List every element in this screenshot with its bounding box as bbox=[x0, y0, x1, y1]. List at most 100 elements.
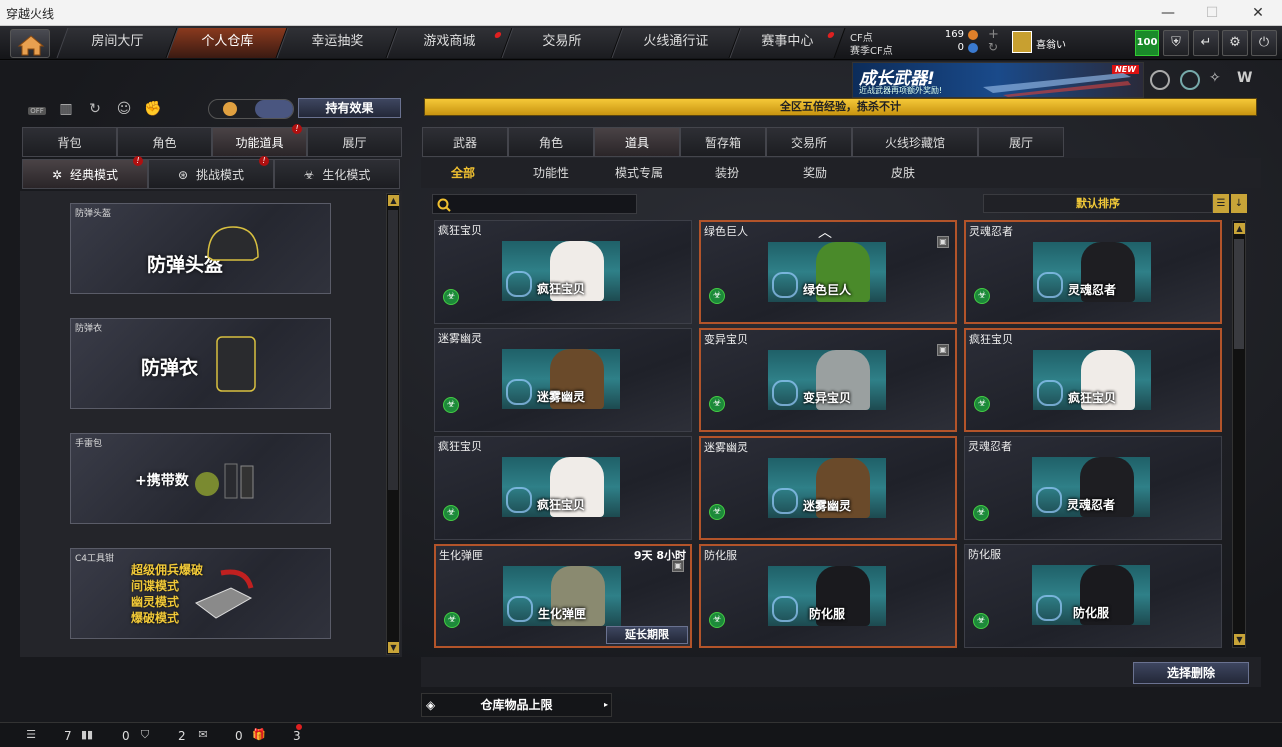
list-icon[interactable]: ☰ bbox=[1213, 194, 1229, 213]
scroll-down-icon[interactable]: ▼ bbox=[1234, 634, 1245, 645]
nav-tab-lobby[interactable]: 房间大厅 bbox=[56, 28, 178, 58]
nav-tab-events[interactable]: 赛事中心 bbox=[729, 28, 846, 58]
nav-tab-lottery[interactable]: 幸运抽奖 bbox=[276, 28, 398, 58]
item-card[interactable]: 变异宝贝 变异宝贝 ☣ ▣ bbox=[699, 328, 957, 432]
scroll-up-icon[interactable]: ▲ bbox=[1234, 223, 1245, 234]
power-icon[interactable]: ⏻ bbox=[1251, 30, 1277, 56]
item-card[interactable]: 防化服 防化服 ☣ bbox=[699, 544, 957, 648]
lock-icon: ▣ bbox=[937, 236, 949, 248]
minimize-button[interactable]: — bbox=[1148, 3, 1188, 23]
rank-icon[interactable]: ⛨ bbox=[1163, 30, 1189, 56]
status-bar: ☰ 7 ▮▮ 0 ⛉ 2 ✉ 0 🎁 3 bbox=[0, 722, 1282, 747]
extend-button[interactable]: 延长期限 bbox=[606, 626, 688, 644]
chart-icon[interactable]: ▥ bbox=[55, 98, 77, 120]
biohazard-icon: ☣ bbox=[709, 396, 725, 412]
tab-showroom[interactable]: 展厅 bbox=[307, 127, 402, 157]
avatar[interactable] bbox=[1012, 31, 1032, 53]
left-scrollbar[interactable]: ▲ ▼ bbox=[386, 193, 400, 655]
tab-gallery[interactable]: 展厅 bbox=[978, 127, 1064, 157]
item-card[interactable]: 防化服 防化服 ☣ bbox=[964, 544, 1222, 648]
fist-icon[interactable]: ✊ bbox=[142, 98, 164, 120]
window-titlebar: 穿越火线 — ☐ ✕ bbox=[0, 0, 1282, 26]
item-card[interactable]: 迷雾幽灵 迷雾幽灵 ☣ bbox=[434, 328, 692, 432]
scroll-thumb[interactable] bbox=[388, 210, 398, 490]
maximize-button[interactable]: ☐ bbox=[1192, 3, 1232, 23]
tab-collection[interactable]: 火线珍藏馆 bbox=[852, 127, 978, 157]
nav-tab-warehouse[interactable]: 个人仓库 bbox=[166, 28, 288, 58]
delete-selected-button[interactable]: 选择删除 bbox=[1133, 662, 1249, 684]
biohazard-icon: ☣ bbox=[973, 505, 989, 521]
cf-value: 169 bbox=[944, 29, 964, 40]
tab-function-items[interactable]: 功能道具! bbox=[212, 124, 307, 157]
mode-classic[interactable]: ✲ 经典模式! bbox=[22, 156, 148, 189]
back-icon[interactable]: ↵ bbox=[1193, 30, 1219, 56]
search-field[interactable] bbox=[453, 196, 633, 212]
home-button[interactable] bbox=[10, 29, 50, 58]
subtab-skin[interactable]: 皮肤 bbox=[859, 163, 947, 183]
view-toggle[interactable] bbox=[208, 99, 294, 119]
subtab-all[interactable]: 全部 bbox=[419, 163, 507, 183]
equip-slot-vest[interactable]: 防弹衣 防弹衣 bbox=[70, 318, 331, 409]
storage-limit-button[interactable]: ◈ 仓库物品上限 ▸ bbox=[421, 693, 612, 717]
biohazard-icon: ☣ bbox=[709, 612, 725, 628]
gear-icon[interactable]: ⚙ bbox=[1222, 30, 1248, 56]
item-name: 生化弹匣 bbox=[439, 549, 483, 562]
season-cf-value: 0 bbox=[957, 42, 964, 53]
scroll-up-icon[interactable]: ▲ bbox=[388, 195, 399, 206]
refresh-icon[interactable]: ↻ bbox=[988, 40, 998, 54]
item-card[interactable]: 疯狂宝贝 疯狂宝贝 ☣ bbox=[434, 436, 692, 540]
promo-banner[interactable]: 成长武器! 近战武器再项额外奖励! NEW bbox=[852, 62, 1144, 98]
person-icon[interactable]: ☺ bbox=[113, 98, 135, 120]
item-card[interactable]: 迷雾幽灵 迷雾幽灵 ☣ bbox=[699, 436, 957, 540]
equip-slot-c4-tool[interactable]: C4工具钳 超级佣兵爆破 间谍模式 幽灵模式 爆破模式 bbox=[70, 548, 331, 639]
effect-button[interactable]: 持有效果 bbox=[298, 98, 401, 118]
scroll-down-icon[interactable]: ▼ bbox=[388, 642, 399, 653]
subtab-mode[interactable]: 模式专属 bbox=[595, 163, 683, 183]
item-card[interactable]: 生化弹匣 9天 8小时 生化弹匣 ☣ ▣ 延长期限 bbox=[434, 544, 692, 648]
off-toggle-icon[interactable]: OFF bbox=[26, 98, 48, 120]
tab-weapons[interactable]: 武器 bbox=[422, 127, 508, 157]
sword-icon[interactable]: ✧ bbox=[1209, 70, 1229, 90]
equip-slot-helmet[interactable]: 防弹头盔 防弹头盔 bbox=[70, 203, 331, 294]
subtab-reward[interactable]: 奖励 bbox=[771, 163, 859, 183]
biohazard-icon: ☣ bbox=[303, 168, 315, 182]
nav-tab-shop[interactable]: 游戏商城 bbox=[386, 28, 513, 58]
subtab-dress[interactable]: 装扮 bbox=[683, 163, 771, 183]
friends-icon[interactable]: ▮▮ bbox=[80, 728, 94, 742]
tab-items[interactable]: 道具 bbox=[594, 127, 680, 157]
tab-character[interactable]: 角色 bbox=[117, 127, 212, 157]
cycle-icon[interactable]: ↻ bbox=[84, 98, 106, 120]
mode-bio[interactable]: ☣ 生化模式 bbox=[274, 159, 400, 189]
gift-icon[interactable]: 🎁 bbox=[252, 728, 266, 742]
tab-backpack[interactable]: 背包 bbox=[22, 127, 117, 157]
subtab-function[interactable]: 功能性 bbox=[507, 163, 595, 183]
item-thumbnail: 防化服 bbox=[1032, 565, 1150, 625]
nav-tab-pass[interactable]: 火线通行证 bbox=[611, 28, 741, 58]
alert-dot: ! bbox=[259, 156, 269, 166]
item-thumbnail-label: 灵魂忍者 bbox=[1066, 498, 1115, 512]
search-input[interactable] bbox=[432, 194, 637, 214]
mode-challenge[interactable]: ⊛ 挑战模式! bbox=[148, 156, 274, 189]
season-coin-icon bbox=[968, 43, 978, 53]
item-thumbnail-label: 疯狂宝贝 bbox=[536, 498, 585, 512]
grid-scrollbar[interactable]: ▲ ▼ bbox=[1232, 220, 1246, 648]
sort-down-icon[interactable]: ↓ bbox=[1231, 194, 1247, 213]
tab-exchange[interactable]: 交易所 bbox=[766, 127, 852, 157]
scroll-thumb[interactable] bbox=[1234, 239, 1244, 349]
item-card[interactable]: 灵魂忍者 灵魂忍者 ☣ bbox=[964, 436, 1222, 540]
nav-tab-exchange[interactable]: 交易所 bbox=[501, 28, 623, 58]
shield-icon[interactable]: ⛉ bbox=[138, 728, 152, 742]
badge-icon[interactable] bbox=[1150, 70, 1170, 90]
globe-icon[interactable] bbox=[1180, 70, 1200, 90]
item-card[interactable]: 疯狂宝贝 疯狂宝贝 ☣ bbox=[964, 328, 1222, 432]
wing-icon[interactable]: W bbox=[1237, 70, 1257, 90]
menu-icon[interactable]: ☰ bbox=[24, 728, 38, 742]
chat-icon[interactable]: ✉ bbox=[196, 728, 210, 742]
item-card[interactable]: 疯狂宝贝 疯狂宝贝 ☣ bbox=[434, 220, 692, 324]
sort-dropdown[interactable]: 默认排序 bbox=[983, 194, 1213, 213]
tab-temp-box[interactable]: 暂存箱 bbox=[680, 127, 766, 157]
item-card[interactable]: 灵魂忍者 灵魂忍者 ☣ bbox=[964, 220, 1222, 324]
equip-slot-grenade[interactable]: 手雷包 +携带数 bbox=[70, 433, 331, 524]
close-button[interactable]: ✕ bbox=[1238, 3, 1278, 23]
tab-roles[interactable]: 角色 bbox=[508, 127, 594, 157]
